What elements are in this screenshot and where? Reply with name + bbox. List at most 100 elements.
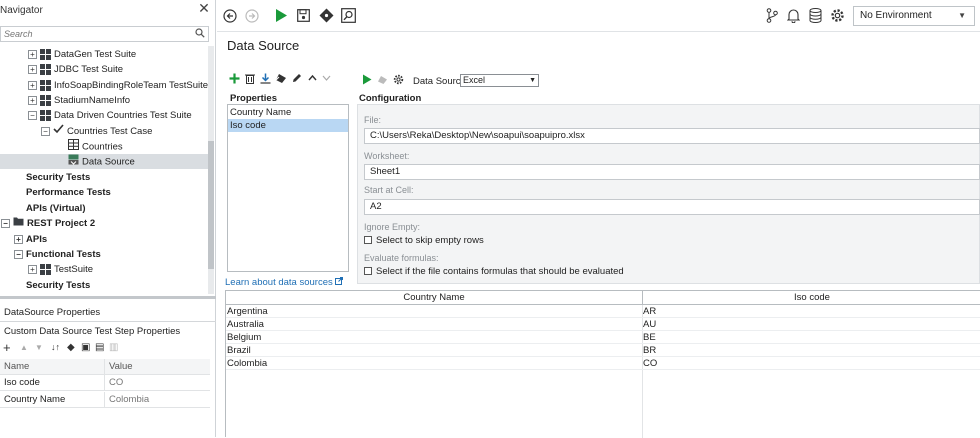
data-source-type-select[interactable]: Excel ▼ (460, 74, 539, 87)
search-input[interactable] (4, 28, 189, 40)
endpoint-explorer-icon[interactable] (341, 8, 356, 26)
evaluate-formulas-checkbox[interactable]: Select if the file contains formulas tha… (364, 267, 624, 277)
tree-item-stadium-name-info[interactable]: + StadiumNameInfo (28, 93, 130, 108)
expand-icon[interactable]: + (28, 49, 37, 59)
list-item[interactable]: Country Name (228, 106, 348, 119)
back-icon[interactable] (223, 9, 237, 26)
download-icon[interactable] (260, 73, 271, 87)
table-row[interactable]: Iso code CO (0, 375, 210, 391)
collapse-icon[interactable]: − (41, 127, 50, 136)
move-down-icon[interactable]: ▼ (35, 343, 43, 352)
tree-item-datagen-test-suite[interactable]: + DataGen Test Suite (28, 47, 136, 62)
test-suite-icon (40, 79, 51, 91)
tree-item-security-tests[interactable]: Security Tests (26, 170, 90, 185)
run-datasource-icon[interactable] (362, 74, 372, 88)
database-icon[interactable] (809, 8, 822, 26)
delete-property-icon[interactable] (245, 73, 255, 87)
table-row[interactable]: Argentina AR (226, 305, 980, 318)
column-header-name: Name (4, 361, 30, 372)
table-row[interactable]: Brazil BR (226, 344, 980, 357)
navigator-title: Navigator (0, 5, 43, 16)
options-gear-icon[interactable] (393, 74, 404, 88)
save-icon[interactable] (297, 9, 310, 25)
list-item[interactable]: Iso code (228, 119, 348, 132)
tree-item-data-driven-countries[interactable]: − Data Driven Countries Test Suite (28, 108, 192, 123)
import-icon[interactable]: ▣ (81, 342, 90, 353)
tree-item-apis-virtual[interactable]: APIs (Virtual) (26, 201, 85, 216)
test-suite-icon (40, 94, 51, 106)
git-diamond-icon[interactable] (319, 8, 334, 26)
forward-icon[interactable] (245, 9, 259, 26)
expand-icon[interactable]: + (14, 234, 23, 244)
search-icon[interactable] (195, 28, 205, 41)
run-icon[interactable] (274, 8, 288, 26)
tree-item-apis[interactable]: + APIs (14, 232, 47, 247)
file-path-input[interactable]: C:\Users\Reka\Desktop\New\soapui\soapuip… (364, 128, 980, 144)
tree-item-functional-tests[interactable]: − Functional Tests (14, 247, 101, 262)
page-title: Data Source (227, 38, 300, 53)
edit-pencil-icon[interactable] (292, 73, 302, 86)
column-header-country-name[interactable]: Country Name (226, 291, 643, 305)
datasource-properties-tab[interactable]: DataSource Properties (4, 307, 100, 318)
evaluate-formulas-label: Evaluate formulas: (364, 253, 439, 263)
search-field[interactable] (0, 26, 209, 42)
checkmark-icon (53, 124, 64, 139)
eraser-icon[interactable] (275, 73, 287, 87)
export-icon[interactable]: ▤ (95, 342, 104, 353)
expand-icon[interactable]: + (28, 264, 37, 274)
notification-bell-icon[interactable] (786, 8, 801, 26)
move-down-icon[interactable] (322, 74, 331, 85)
checkbox[interactable] (364, 236, 372, 245)
tree-item-data-source[interactable]: Data Source (0, 154, 208, 169)
start-at-cell-input[interactable]: A2 (364, 199, 980, 215)
tree-item-rest-project-2[interactable]: − REST Project 2 (1, 216, 95, 231)
worksheet-input[interactable]: Sheet1 (364, 164, 980, 180)
collapse-icon[interactable]: − (1, 219, 10, 228)
file-label: File: (364, 115, 382, 125)
move-up-icon[interactable]: ▲ (20, 343, 28, 352)
collapse-icon[interactable]: − (28, 110, 37, 120)
checkbox[interactable] (364, 267, 372, 276)
expand-icon[interactable]: + (28, 80, 37, 90)
close-icon[interactable]: ✕ (197, 1, 211, 15)
table-header-row: Name Value (0, 359, 210, 375)
move-up-icon[interactable] (308, 74, 317, 84)
properties-list[interactable]: Country Name Iso code (227, 104, 349, 272)
divider (0, 321, 216, 322)
scrollbar-thumb[interactable] (208, 141, 214, 269)
custom-properties-title: Custom Data Source Test Step Properties (4, 326, 181, 337)
test-suite-icon (40, 109, 51, 121)
environment-select[interactable]: No Environment ▼ (853, 6, 975, 26)
navigator-panel: Navigator ✕ +DataGen Test Suite +JDBC Te… (0, 0, 216, 437)
sort-icon[interactable]: ↓↑ (51, 342, 60, 352)
expand-icon[interactable]: + (28, 64, 37, 74)
tree-item-security-tests-2[interactable]: Security Tests (26, 278, 90, 293)
tree-item-jdbc-test-suite[interactable]: + JDBC Test Suite (28, 62, 123, 77)
tree-item-countries[interactable]: Countries (68, 139, 123, 154)
add-property-icon[interactable] (229, 73, 240, 87)
settings-gear-icon[interactable] (830, 8, 845, 26)
tree-item-countries-test-case[interactable]: − Countries Test Case (41, 124, 152, 139)
clear-icon[interactable]: ◆ (67, 342, 75, 353)
column-header-iso-code[interactable]: Iso code (643, 291, 980, 305)
table-row[interactable]: Colombia CO (226, 357, 980, 370)
collapse-icon[interactable]: − (14, 249, 23, 259)
tree-item-performance-tests[interactable]: Performance Tests (26, 185, 111, 200)
chevron-down-icon: ▼ (529, 77, 536, 84)
add-icon[interactable]: + (3, 341, 11, 354)
tree-item-testsuite[interactable]: + TestSuite (28, 262, 93, 277)
ignore-empty-checkbox[interactable]: Select to skip empty rows (364, 236, 484, 246)
panel-splitter[interactable] (0, 296, 216, 299)
table-row[interactable]: Country Name Colombia (0, 392, 210, 408)
branch-icon[interactable] (766, 8, 778, 26)
table-row[interactable]: Belgium BE (226, 331, 980, 344)
clear-eraser-icon[interactable] (377, 75, 388, 88)
delete-icon[interactable]: ▥ (109, 342, 118, 353)
tree-item-infosoap-test-suite[interactable]: + InfoSoapBindingRoleTeam TestSuite (28, 78, 208, 93)
expand-icon[interactable]: + (28, 95, 37, 105)
navigator-scrollbar[interactable] (208, 46, 214, 294)
data-source-icon (68, 154, 79, 170)
table-row[interactable]: Australia AU (226, 318, 980, 331)
learn-about-data-sources-link[interactable]: Learn about data sources (225, 277, 344, 288)
data-preview-table: Country Name Iso code Argentina AR Austra… (225, 290, 980, 438)
